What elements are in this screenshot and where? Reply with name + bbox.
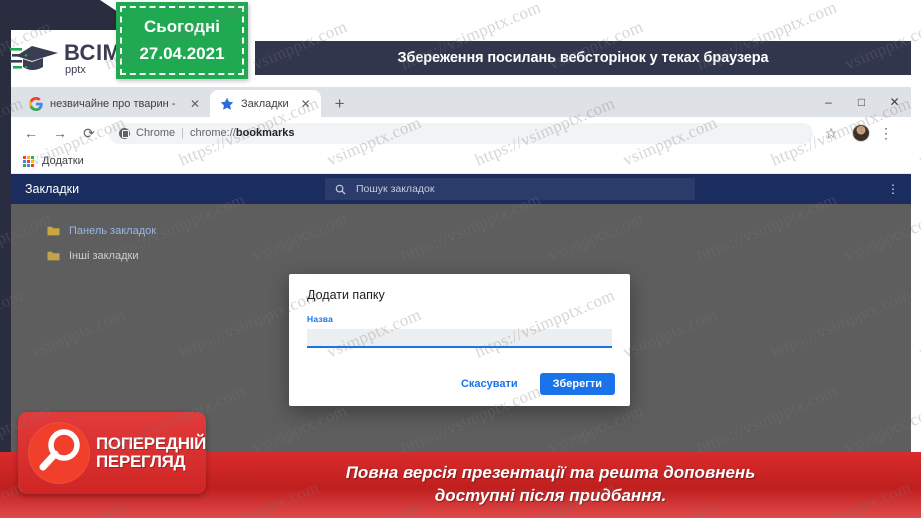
banner-line-1: Повна версія презентації та решта доповн… [345, 463, 756, 483]
tree-item-other-bookmarks[interactable]: Інші закладки [11, 243, 251, 268]
magnifier-icon [28, 422, 90, 484]
avatar[interactable] [852, 124, 870, 142]
browser-tabstrip: незвичайне про тварин - Пош ✕ Закладки ✕… [11, 87, 911, 117]
today-date: 27.04.2021 [139, 43, 225, 63]
brand-logo: ВСІМ pptx [10, 37, 130, 81]
omnibox-url: chrome://bookmarks [190, 127, 295, 139]
tab-close-icon[interactable]: ✕ [299, 97, 313, 111]
tab-label: незвичайне про тварин - Пош [50, 97, 178, 110]
cancel-button[interactable]: Скасувати [447, 373, 531, 395]
watermark-text: vsimpptx.com [916, 304, 921, 362]
search-icon [335, 184, 346, 195]
browser-toolbar: ← → ⟳ Chrome | chrome://bookmarks ☆ ⋮ [11, 117, 911, 149]
slide-title-bar: Збереження посилань вебсторінок у теках … [255, 41, 911, 75]
today-date-badge: Сьогодні 27.04.2021 [116, 2, 248, 79]
close-window-icon[interactable]: ✕ [878, 87, 911, 117]
tree-item-label: Інші закладки [69, 249, 139, 262]
browser-tab-search[interactable]: незвичайне про тварин - Пош ✕ [19, 90, 210, 117]
blue-star-icon [220, 97, 234, 110]
bookmarks-bar-item-apps[interactable]: Додатки [42, 155, 84, 167]
folder-name-input[interactable] [307, 329, 612, 348]
maximize-icon[interactable]: □ [845, 87, 878, 117]
new-tab-button[interactable]: + [327, 90, 353, 116]
logo-subtitle: pptx [65, 64, 86, 76]
bookmarks-bar: Додатки [11, 149, 911, 174]
omnibox-url-page: bookmarks [235, 127, 295, 139]
window-controls: – □ ✕ [812, 87, 911, 117]
preview-badge-line-2: ПЕРЕГЛЯД [96, 452, 186, 471]
logo-title: ВСІМ [64, 40, 122, 65]
save-button[interactable]: Зберегти [539, 373, 615, 395]
browser-menu-icon[interactable]: ⋮ [874, 121, 898, 145]
back-icon[interactable]: ← [19, 121, 43, 145]
bookmarks-manager-header: Закладки Пошук закладок ⋮ [11, 174, 911, 204]
site-info-icon[interactable] [119, 127, 130, 139]
tree-item-label: Панель закладок [69, 224, 157, 237]
dialog-field-label: Назва [307, 314, 334, 324]
forward-icon[interactable]: → [48, 121, 72, 145]
watermark-text: vsimpptx.com [916, 112, 921, 170]
toolbar-right-group: ☆ ⋮ [819, 121, 903, 145]
omnibox-url-prefix: chrome:// [189, 127, 236, 139]
bookmarks-folder-tree: Панель закладок Інші закладки [11, 204, 251, 268]
folder-icon [47, 251, 60, 260]
preview-badge: ПОПЕРЕДНІЙ ПЕРЕГЛЯД [18, 412, 206, 494]
omnibox-scheme: Chrome [136, 127, 176, 139]
graduation-cap-icon [10, 46, 58, 70]
minimize-icon[interactable]: – [812, 87, 845, 117]
browser-tab-bookmarks[interactable]: Закладки ✕ [210, 90, 321, 117]
page-title: Збереження посилань вебсторінок у теках … [397, 50, 769, 66]
bookmarks-manager-menu-icon[interactable]: ⋮ [887, 174, 899, 204]
tab-label: Закладки [241, 97, 289, 110]
apps-grid-icon[interactable] [23, 155, 34, 167]
dialog-title: Додати папку [307, 288, 385, 302]
today-label: Сьогодні [144, 17, 220, 37]
add-folder-dialog: Додати папку Назва Скасувати Зберегти [289, 274, 630, 406]
folder-icon [47, 226, 60, 235]
bookmarks-search-placeholder: Пошук закладок [356, 183, 435, 195]
slide-root: ВСІМ pptx Сьогодні 27.04.2021 Збереження… [0, 0, 921, 518]
preview-badge-text: ПОПЕРЕДНІЙ ПЕРЕГЛЯД [96, 433, 207, 472]
google-g-icon [29, 96, 43, 111]
banner-line-2: доступні після придбання. [434, 486, 667, 505]
tab-close-icon[interactable]: ✕ [188, 97, 202, 111]
preview-badge-line-1: ПОПЕРЕДНІЙ [96, 433, 207, 453]
bookmarks-manager-title: Закладки [25, 182, 80, 196]
bookmark-star-icon[interactable]: ☆ [819, 121, 843, 145]
omnibox-divider: | [181, 127, 184, 139]
reload-icon[interactable]: ⟳ [77, 121, 101, 145]
bookmarks-search-input[interactable]: Пошук закладок [325, 178, 695, 200]
tree-item-bookmarks-bar[interactable]: Панель закладок [11, 218, 251, 243]
address-bar[interactable]: Chrome | chrome://bookmarks [109, 122, 813, 144]
dialog-actions: Скасувати Зберегти [447, 373, 615, 395]
